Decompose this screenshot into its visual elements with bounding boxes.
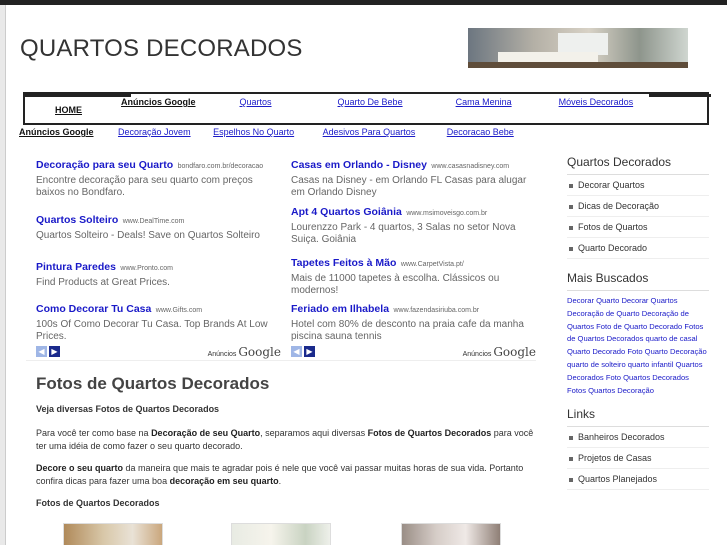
ad-desc: Quartos Solteiro - Deals! Save on Quarto… — [36, 230, 260, 241]
sidebar-item[interactable]: Decorar Quartos — [567, 175, 709, 196]
sidebar-heading-buscados: Mais Buscados — [567, 271, 709, 291]
ad-title[interactable]: Casas em Orlando - Disney — [291, 159, 427, 171]
ads-by-google[interactable]: Anúncios Google — [208, 345, 281, 359]
ad-desc: Mais de 11000 tapetes à escolha. Clássic… — [291, 273, 500, 296]
ad-title[interactable]: Tapetes Feitos à Mão — [291, 257, 396, 269]
ad-item[interactable]: Apt 4 Quartos Goiânia www.msimoveisgo.co… — [291, 202, 536, 246]
ads-google-label[interactable]: Anúncios Google — [121, 97, 196, 107]
sidebar-item[interactable]: Fotos de Quartos — [567, 217, 709, 238]
ad-desc: Casas na Disney - em Orlando FL Casas pa… — [291, 175, 527, 198]
ads-by-label: Anúncios — [462, 351, 492, 358]
ad-title[interactable]: Pintura Paredes — [36, 261, 116, 273]
ad-item[interactable]: Feriado em Ilhabela www.fazendasiriuba.c… — [291, 299, 536, 343]
room-photo-thumbnail[interactable] — [401, 523, 501, 545]
nav-link-quartos[interactable]: Quartos — [240, 97, 272, 107]
nav-link-adesivos[interactable]: Adesivos Para Quartos — [323, 127, 416, 137]
nav-link-decoracao-jovem[interactable]: Decoração Jovem — [118, 127, 191, 137]
ad-url[interactable]: www.CarpetVista.pt/ — [401, 261, 464, 268]
sidebar-list-links: Banheiros Decorados Projetos de Casas Qu… — [567, 427, 709, 491]
sidebar: Quartos Decorados Decorar Quartos Dicas … — [567, 155, 709, 491]
ad-url[interactable]: www.Gifts.com — [156, 307, 202, 314]
photo-thumbnails — [63, 523, 523, 545]
next-arrow-icon[interactable]: ▶ — [304, 346, 315, 357]
next-arrow-icon[interactable]: ▶ — [49, 346, 60, 357]
ad-url[interactable]: www.Pronto.com — [120, 265, 173, 272]
p1-text-c: , separamos aqui diversas — [260, 428, 368, 438]
p2-bold-a: Decore o seu quarto — [36, 463, 124, 473]
room-photo-thumbnail[interactable] — [63, 523, 163, 545]
intro-text: Veja diversas Fotos de Quartos Decorados — [36, 404, 220, 414]
ad-item[interactable]: Decoração para seu Quarto bondfaro.com.b… — [36, 155, 281, 199]
sidebar-item[interactable]: Quarto Decorado — [567, 238, 709, 259]
ad-footer: ◀ ▶ Anúncios Google — [291, 345, 536, 359]
ad-url[interactable]: www.casasnadisney.com — [431, 163, 509, 170]
sidebar-list-quartos: Decorar Quartos Dicas de Decoração Fotos… — [567, 175, 709, 259]
nav-ad-links: Anúncios Google Quartos Quarto De Bebe C… — [121, 97, 633, 107]
header-bedroom-image — [468, 28, 688, 68]
ad-item[interactable]: Pintura Paredes www.Pronto.com Find Prod… — [36, 257, 281, 289]
ad-desc: 100s Of Como Decorar Tu Casa. Top Brands… — [36, 319, 268, 342]
prev-arrow-icon[interactable]: ◀ — [291, 346, 302, 357]
sidebar-item[interactable]: Dicas de Decoração — [567, 196, 709, 217]
nav-link-decoracao-bebe[interactable]: Decoracao Bebe — [447, 127, 514, 137]
photos-subheading: Fotos de Quartos Decorados — [36, 498, 160, 508]
ad-desc: Lourenzzo Park - 4 quartos, 3 Salas no s… — [291, 222, 516, 245]
floor-shape — [468, 62, 688, 68]
ads-by-google[interactable]: Anúncios Google — [463, 345, 536, 359]
ad-desc: Hotel com 80% de desconto na praia cafe … — [291, 319, 524, 342]
ad-item[interactable]: Como Decorar Tu Casa www.Gifts.com 100s … — [36, 299, 281, 343]
room-photo-thumbnail[interactable] — [231, 523, 331, 545]
sidebar-item[interactable]: Banheiros Decorados — [567, 427, 709, 449]
nav-bar: HOME Anúncios Google Quartos Quarto De B… — [23, 92, 711, 125]
sidebar-heading-quartos: Quartos Decorados — [567, 155, 709, 175]
divider — [26, 360, 536, 361]
sidebar-item[interactable]: Projetos de Casas — [567, 448, 709, 470]
nav-link-quarto-de-bebe[interactable]: Quarto De Bebe — [338, 97, 403, 107]
paragraph-1: Para você ter como base na Decoração de … — [36, 427, 536, 453]
nav-link-moveis-decorados[interactable]: Móveis Decorados — [559, 97, 634, 107]
sidebar-item[interactable]: Quartos Planejados — [567, 469, 709, 491]
ads-by-label: Anúncios — [207, 351, 237, 358]
prev-arrow-icon[interactable]: ◀ — [36, 346, 47, 357]
ad-desc: Find Products at Great Prices. — [36, 277, 170, 288]
p1-text-a: Para você ter como base na — [36, 428, 152, 438]
ad-item[interactable]: Quartos Solteiro www.DealTime.com Quarto… — [36, 210, 281, 242]
page-title: Fotos de Quartos Decorados — [36, 374, 270, 393]
ad-desc: Encontre decoração para seu quarto com p… — [36, 175, 253, 198]
nav-home[interactable]: HOME — [55, 105, 82, 115]
sidebar-heading-links: Links — [567, 407, 709, 428]
nav-accent — [25, 94, 131, 97]
ad-url[interactable]: www.DealTime.com — [123, 218, 185, 225]
ad-item[interactable]: Tapetes Feitos à Mão www.CarpetVista.pt/… — [291, 253, 536, 297]
ads-google-label-2[interactable]: Anúncios Google — [19, 127, 94, 137]
nav-accent-right — [649, 94, 711, 97]
ad-url[interactable]: bondfaro.com.br/decoracao — [178, 163, 264, 170]
tag-cloud[interactable]: Decorar Quarto Decorar Quartos Decoração… — [567, 295, 709, 397]
google-logo: Google — [238, 345, 281, 359]
page: QUARTOS DECORADOS HOME Anúncios Google Q… — [5, 5, 727, 545]
ad-title[interactable]: Feriado em Ilhabela — [291, 303, 389, 315]
ad-title[interactable]: Apt 4 Quartos Goiânia — [291, 206, 402, 218]
site-title[interactable]: QUARTOS DECORADOS — [20, 35, 303, 63]
ad-title[interactable]: Quartos Solteiro — [36, 214, 118, 226]
nav-link-cama-menina[interactable]: Cama Menina — [456, 97, 512, 107]
google-logo: Google — [493, 345, 536, 359]
p1-bold-d: Fotos de Quartos Decorados — [367, 428, 492, 438]
p2-text-d: . — [278, 476, 282, 486]
nav-link-espelhos[interactable]: Espelhos No Quarto — [213, 127, 294, 137]
p2-bold-c: decoração em seu quarto — [169, 476, 279, 486]
ad-title[interactable]: Decoração para seu Quarto — [36, 159, 173, 171]
p1-bold-b: Decoração de seu Quarto — [151, 428, 261, 438]
nav-ad-links-row2: Anúncios Google Decoração Jovem Espelhos… — [19, 127, 514, 137]
ad-footer: ◀ ▶ Anúncios Google — [36, 345, 281, 359]
ad-title[interactable]: Como Decorar Tu Casa — [36, 303, 151, 315]
ad-item[interactable]: Casas em Orlando - Disney www.casasnadis… — [291, 155, 536, 199]
ad-url[interactable]: www.msimoveisgo.com.br — [406, 210, 487, 217]
paragraph-2: Decore o seu quarto da maneira que mais … — [36, 462, 536, 488]
ad-url[interactable]: www.fazendasiriuba.com.br — [394, 307, 480, 314]
